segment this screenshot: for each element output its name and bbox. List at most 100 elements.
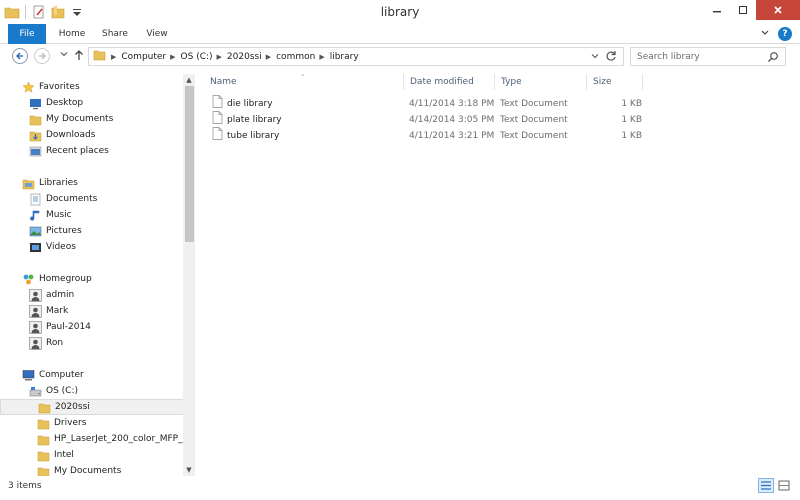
forward-button[interactable]	[34, 48, 50, 64]
ribbon-tabs: File Home Share View ?	[0, 24, 800, 44]
nav-folder-my-documents[interactable]: My Documents	[0, 463, 184, 476]
breadcrumb-separator[interactable]: ▶	[319, 53, 324, 61]
breadcrumb-separator[interactable]: ▶	[266, 53, 271, 61]
libraries-icon	[22, 177, 35, 190]
window-controls	[704, 0, 800, 20]
address-history-button[interactable]	[591, 52, 599, 62]
nav-libraries[interactable]: Libraries	[0, 175, 184, 191]
nav-pictures[interactable]: Pictures	[0, 223, 184, 239]
file-size: 1 KB	[621, 115, 642, 125]
file-name: plate library	[227, 115, 282, 125]
breadcrumb-common[interactable]: common	[276, 52, 315, 62]
file-type: Text Document	[500, 131, 568, 141]
ribbon-right-controls: ?	[760, 27, 792, 41]
nav-music[interactable]: Music	[0, 207, 184, 223]
nav-desktop[interactable]: Desktop	[0, 95, 184, 111]
text-document-icon	[212, 126, 223, 146]
nav-downloads[interactable]: Downloads	[0, 127, 184, 143]
help-icon[interactable]: ?	[778, 27, 792, 41]
file-size: 1 KB	[621, 131, 642, 141]
tab-file[interactable]: File	[8, 24, 46, 44]
nav-user-admin[interactable]: admin	[0, 287, 184, 303]
file-row[interactable]: tube library 4/11/2014 3:21 PM Text Docu…	[204, 126, 800, 146]
nav-recent-places[interactable]: Recent places	[0, 143, 184, 159]
breadcrumb-2020ssi[interactable]: 2020ssi	[227, 52, 262, 62]
status-bar: 3 items	[0, 478, 800, 500]
user-icon	[29, 336, 42, 350]
nav-my-documents[interactable]: My Documents	[0, 111, 184, 127]
navigation-bar: ▶ Computer ▶ OS (C:) ▶ 2020ssi ▶ common …	[0, 44, 800, 68]
close-button[interactable]	[756, 0, 800, 20]
column-header-name[interactable]: Name ˄	[204, 74, 404, 90]
nav-user-mark[interactable]: Mark	[0, 303, 184, 319]
search-box[interactable]	[630, 47, 786, 66]
documents-icon	[29, 193, 42, 206]
window-title: library	[380, 5, 420, 19]
nav-user-paul-2014[interactable]: Paul-2014	[0, 319, 184, 335]
file-name: die library	[227, 99, 273, 109]
maximize-button[interactable]	[730, 0, 756, 20]
nav-user-ron[interactable]: Ron	[0, 335, 184, 351]
scroll-up-button[interactable]: ▲	[183, 74, 195, 86]
close-icon	[774, 6, 782, 14]
videos-icon	[29, 241, 42, 254]
details-view-icon	[761, 481, 771, 490]
refresh-button[interactable]	[605, 50, 617, 65]
folder-icon	[38, 401, 51, 414]
folder-icon	[37, 449, 50, 462]
scrollbar-thumb[interactable]	[185, 86, 194, 242]
breadcrumb-drive[interactable]: OS (C:)	[181, 52, 213, 62]
folder-icon	[37, 417, 50, 430]
column-header-type[interactable]: Type	[495, 74, 587, 90]
breadcrumb-separator[interactable]: ▶	[111, 53, 116, 61]
breadcrumb-computer[interactable]: Computer	[121, 52, 166, 62]
nav-folder-intel[interactable]: Intel	[0, 447, 184, 463]
nav-documents[interactable]: Documents	[0, 191, 184, 207]
tab-home[interactable]: Home	[54, 24, 90, 44]
expand-ribbon-icon[interactable]	[760, 28, 770, 41]
nav-folder-2020ssi[interactable]: 2020ssi	[0, 399, 184, 415]
file-row[interactable]: plate library 4/14/2014 3:05 PM Text Doc…	[204, 110, 800, 128]
drive-icon	[29, 385, 42, 398]
scroll-down-button[interactable]: ▼	[183, 464, 195, 476]
tab-view[interactable]: View	[140, 24, 174, 44]
minimize-button[interactable]	[704, 0, 730, 20]
star-icon	[22, 80, 35, 94]
sort-ascending-icon: ˄	[301, 74, 305, 82]
tab-share[interactable]: Share	[96, 24, 134, 44]
recent-locations-button[interactable]	[60, 50, 68, 60]
nav-folder-drivers[interactable]: Drivers	[0, 415, 184, 431]
folder-icon	[93, 49, 106, 64]
nav-folder-hp-laserjet[interactable]: HP_LaserJet_200_color_MFP_M27	[0, 431, 184, 447]
homegroup-icon	[22, 273, 35, 286]
file-row[interactable]: die library 4/11/2014 3:18 PM Text Docum…	[204, 94, 800, 112]
file-date: 4/14/2014 3:05 PM	[409, 115, 495, 125]
breadcrumb-separator[interactable]: ▶	[217, 53, 222, 61]
music-icon	[29, 209, 42, 222]
large-icons-view-button[interactable]	[776, 478, 792, 493]
breadcrumb-separator[interactable]: ▶	[170, 53, 175, 61]
up-button[interactable]	[74, 49, 84, 64]
downloads-icon	[29, 129, 42, 142]
title-bar: library	[0, 0, 800, 24]
search-icon[interactable]	[767, 51, 779, 66]
recent-places-icon	[29, 145, 42, 158]
nav-computer[interactable]: Computer	[0, 367, 184, 383]
column-header-size[interactable]: Size	[587, 74, 643, 90]
nav-drive-os-c[interactable]: OS (C:)	[0, 383, 184, 399]
search-input[interactable]	[637, 51, 767, 62]
nav-favorites[interactable]: Favorites	[0, 79, 184, 95]
details-view-button[interactable]	[758, 478, 774, 493]
file-type: Text Document	[500, 99, 568, 109]
column-header-date-modified[interactable]: Date modified	[404, 74, 495, 90]
nav-videos[interactable]: Videos	[0, 239, 184, 255]
address-bar[interactable]: ▶ Computer ▶ OS (C:) ▶ 2020ssi ▶ common …	[88, 47, 624, 66]
folder-icon	[29, 113, 42, 126]
nav-homegroup[interactable]: Homegroup	[0, 271, 184, 287]
navigation-pane-scrollbar[interactable]: ▲ ▼	[183, 74, 195, 476]
refresh-icon	[606, 51, 616, 61]
breadcrumb-library[interactable]: library	[330, 52, 359, 62]
back-button[interactable]	[12, 48, 28, 64]
up-arrow-icon	[75, 50, 83, 60]
navigation-pane: Favorites Desktop My Documents Downloads…	[0, 74, 196, 476]
